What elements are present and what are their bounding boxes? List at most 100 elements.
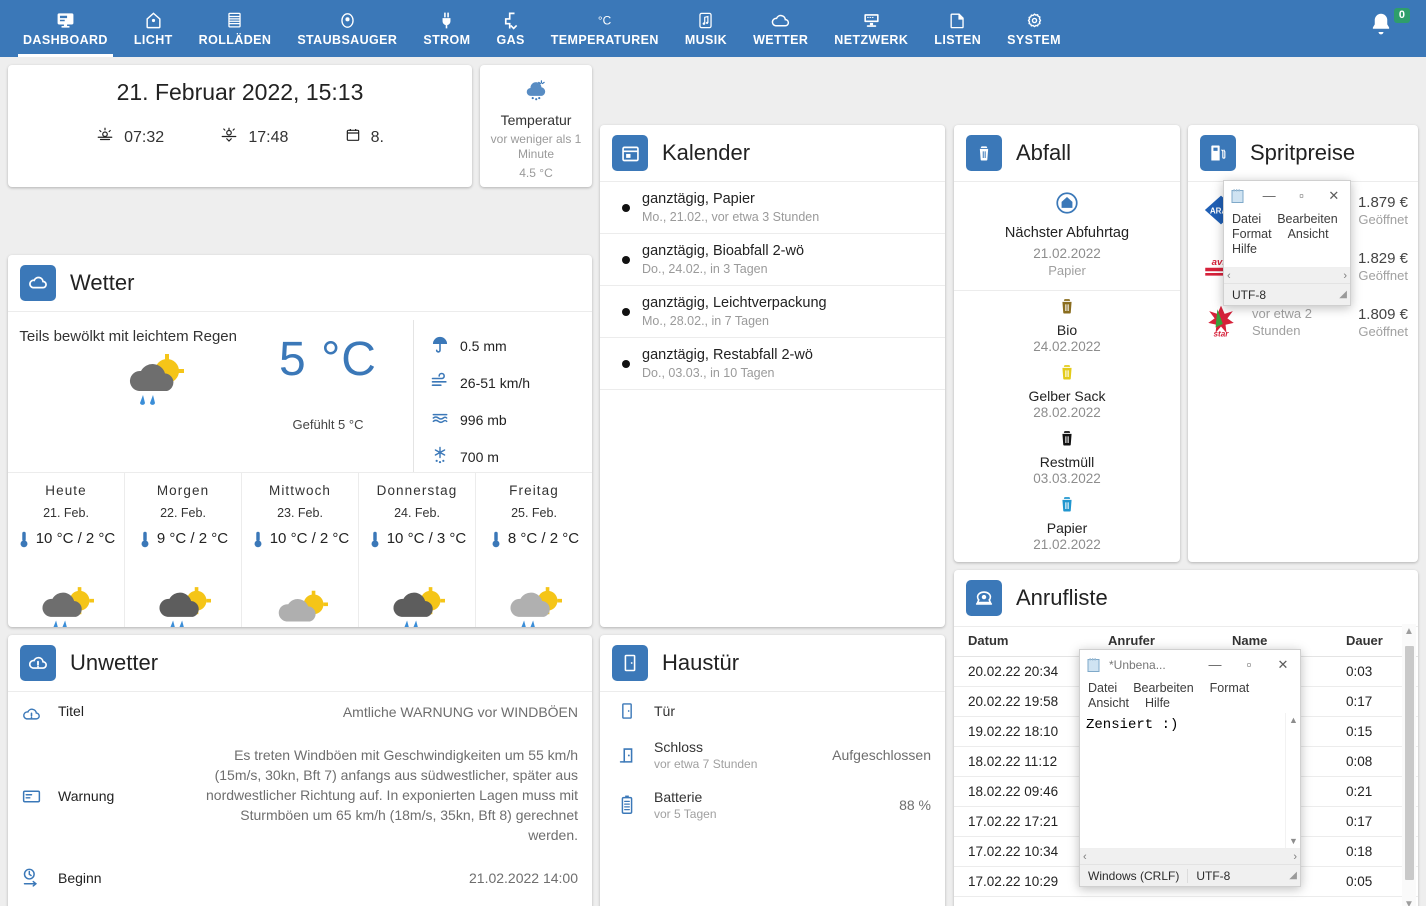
abfall-item-restmuell: Restmüll 03.03.2022 — [954, 423, 1180, 489]
anrufliste-scrollbar[interactable]: ▲ ▼ — [1402, 624, 1416, 906]
scrollbar-thumb[interactable] — [1405, 646, 1414, 880]
nav-item-system[interactable]: SYSTEM — [994, 0, 1074, 57]
scroll-down-arrow-icon[interactable]: ▼ — [1289, 836, 1298, 846]
minimize-button[interactable]: — — [1253, 181, 1285, 210]
column-header-name[interactable]: Name — [1232, 633, 1346, 648]
nav-item-staubsauger[interactable]: STAUBSAUGER — [284, 0, 410, 57]
wetter-stat-pressure: 996 mb — [430, 408, 530, 431]
vacuum-icon — [338, 10, 357, 30]
star-logo: star — [1198, 303, 1244, 341]
forecast-day-date: 25. Feb. — [511, 506, 557, 520]
haustuer-label: Schloss — [654, 739, 704, 755]
wetter-forecast: Heute 21. Feb. 10 °C / 2 °C 5.6 mm Morge… — [8, 472, 592, 627]
forecast-day-date: 21. Feb. — [43, 506, 89, 520]
unwetter-row-beginn: Beginn 21.02.2022 14:00 — [8, 855, 592, 900]
notepad-textarea[interactable]: Zensiert :) ▲ ▼ — [1080, 713, 1300, 848]
temperature-tile-value: 4.5 °C — [519, 166, 553, 180]
resize-grip-icon[interactable]: ◢ — [1339, 289, 1350, 300]
minimize-button[interactable]: — — [1198, 650, 1232, 679]
notepad-horizontal-scrollbar[interactable]: ‹ › — [1224, 267, 1350, 283]
scroll-right-arrow-icon[interactable]: › — [1343, 270, 1347, 282]
nav-item-musik[interactable]: MUSIK — [672, 0, 740, 57]
gas-meter-icon — [501, 10, 520, 30]
bullet-icon — [622, 203, 630, 212]
menu-ansicht[interactable]: Ansicht — [1088, 696, 1129, 710]
pressure-icon — [430, 408, 450, 431]
nav-item-wetter[interactable]: WETTER — [740, 0, 821, 57]
column-header-anrufer[interactable]: Anrufer — [1108, 633, 1232, 648]
haustuer-header: Haustür — [600, 635, 945, 692]
close-button[interactable]: ✕ — [1318, 181, 1350, 210]
thermometer-icon — [489, 530, 503, 553]
column-header-dauer[interactable]: Dauer — [1346, 633, 1406, 648]
nav-item-dashboard[interactable]: DASHBOARD — [10, 0, 121, 57]
forecast-day: Freitag 25. Feb. 8 °C / 2 °C 0.9 mm — [476, 473, 592, 627]
notepad-horizontal-scrollbar[interactable]: ‹ › — [1080, 848, 1300, 864]
scroll-up-arrow-icon[interactable]: ▲ — [1403, 626, 1415, 637]
resize-grip-icon[interactable]: ◢ — [1289, 870, 1300, 881]
spritpreise-price: 1.879 € — [1357, 193, 1408, 211]
nav-item-netzwerk[interactable]: NETZWERK — [821, 0, 921, 57]
menu-hilfe[interactable]: Hilfe — [1145, 696, 1170, 710]
kalender-event[interactable]: ganztägig, Restabfall 2-wö Do., 03.03., … — [600, 338, 945, 390]
scroll-up-arrow-icon[interactable]: ▲ — [1289, 715, 1298, 725]
haustuer-row-batterie[interactable]: Batterie vor 5 Tagen 88 % — [600, 780, 945, 830]
notification-bell-button[interactable]: 0 — [1366, 8, 1410, 50]
abfall-item-date: 24.02.2022 — [1033, 339, 1101, 354]
menu-format[interactable]: Format — [1232, 227, 1272, 241]
abfall-item-bio: Bio 24.02.2022 — [954, 291, 1180, 357]
kalender-event[interactable]: ganztägig, Bioabfall 2-wö Do., 24.02., i… — [600, 234, 945, 286]
close-button[interactable]: ✕ — [1266, 650, 1300, 679]
notepad-titlebar[interactable]: *Unbena... — ▫ ✕ — [1080, 650, 1300, 679]
spritpreise-age: vor etwa 2 Stunden — [1252, 306, 1312, 338]
column-header-datum[interactable]: Datum — [968, 633, 1108, 648]
unwetter-title: Unwetter — [70, 650, 159, 675]
notepad-textarea[interactable] — [1224, 259, 1350, 267]
network-icon — [862, 10, 881, 30]
nav-item-strom[interactable]: STROM — [410, 0, 483, 57]
nav-item-temperaturen[interactable]: °C TEMPERATUREN — [538, 0, 672, 57]
scroll-left-arrow-icon[interactable]: ‹ — [1227, 270, 1231, 282]
notepad-vertical-scrollbar[interactable]: ▲ ▼ — [1285, 713, 1300, 848]
trash-icon — [1057, 431, 1077, 452]
celsius-icon: °C — [595, 10, 614, 30]
menu-bearbeiten[interactable]: Bearbeiten — [1277, 212, 1337, 226]
temperature-tile[interactable]: Temperatur vor weniger als 1 Minute 4.5 … — [480, 65, 592, 187]
haustuer-row-tuer[interactable]: Tür — [600, 692, 945, 730]
notepad-window-spritpreise[interactable]: — ▫ ✕ Datei Bearbeiten Format Ansicht Hi… — [1223, 180, 1351, 306]
clock-datetime: 21. Februar 2022, 15:13 — [116, 79, 364, 105]
maximize-button[interactable]: ▫ — [1285, 181, 1317, 210]
nav-item-licht[interactable]: LICHT — [121, 0, 186, 57]
nav-item-listen[interactable]: LISTEN — [921, 0, 994, 57]
menu-ansicht[interactable]: Ansicht — [1288, 227, 1329, 241]
wetter-temperature: 5 °C — [279, 333, 377, 386]
haustuer-value: 88 % — [899, 797, 931, 813]
forecast-day-name: Heute — [45, 483, 87, 498]
kalender-title: Kalender — [662, 140, 751, 165]
notepad-icon — [1230, 188, 1246, 204]
nav-item-gas[interactable]: GAS — [483, 0, 537, 57]
nav-item-rollaeden[interactable]: ROLLÄDEN — [186, 0, 285, 57]
menu-bearbeiten[interactable]: Bearbeiten — [1133, 681, 1193, 695]
menu-hilfe[interactable]: Hilfe — [1232, 242, 1257, 256]
plug-icon — [437, 10, 456, 30]
notepad-window-anrufliste[interactable]: *Unbena... — ▫ ✕ Datei Bearbeiten Format… — [1079, 649, 1301, 887]
sunrise-icon — [96, 126, 114, 149]
kalender-event[interactable]: ganztägig, Papier Mo., 21.02., vor etwa … — [600, 182, 945, 234]
blinds-icon — [225, 10, 244, 30]
menu-format[interactable]: Format — [1210, 681, 1250, 695]
forecast-day: Heute 21. Feb. 10 °C / 2 °C 5.6 mm — [8, 473, 125, 627]
scroll-left-arrow-icon[interactable]: ‹ — [1083, 851, 1087, 863]
haustuer-row-schloss[interactable]: Schloss vor etwa 7 Stunden Aufgeschlosse… — [600, 730, 945, 780]
snow-cloud-icon — [523, 77, 549, 108]
notepad-statusbar: Windows (CRLF) UTF-8 ◢ — [1080, 864, 1300, 886]
menu-datei[interactable]: Datei — [1088, 681, 1117, 695]
abfall-item-date: 28.02.2022 — [1033, 405, 1101, 420]
fuel-pump-icon — [1200, 135, 1236, 171]
menu-datei[interactable]: Datei — [1232, 212, 1261, 226]
status-encoding: UTF-8 — [1187, 868, 1238, 883]
kalender-event[interactable]: ganztägig, Leichtverpackung Mo., 28.02.,… — [600, 286, 945, 338]
scroll-right-arrow-icon[interactable]: › — [1293, 851, 1297, 863]
maximize-button[interactable]: ▫ — [1232, 650, 1266, 679]
notepad-titlebar[interactable]: — ▫ ✕ — [1224, 181, 1350, 210]
